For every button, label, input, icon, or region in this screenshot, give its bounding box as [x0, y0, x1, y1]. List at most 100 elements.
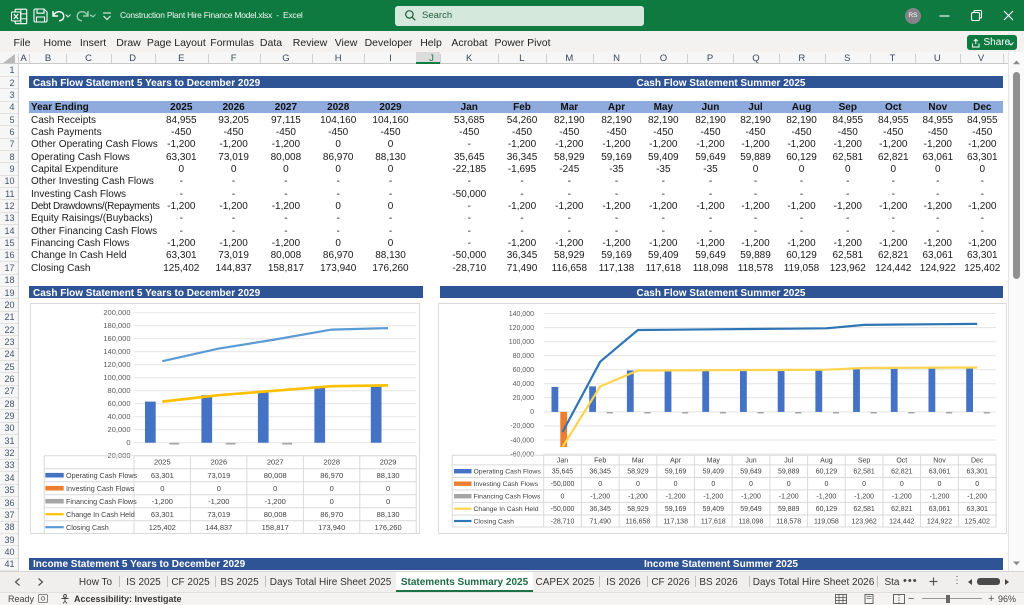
- svg-text:180,000: 180,000: [103, 321, 130, 330]
- svg-text:59,649: 59,649: [740, 469, 762, 476]
- svg-text:-28,710: -28,710: [551, 518, 575, 525]
- svg-text:Aug: Aug: [820, 458, 833, 465]
- svg-text:40,000: 40,000: [107, 412, 130, 421]
- svg-text:63,301: 63,301: [966, 506, 988, 513]
- svg-text:-20,000: -20,000: [510, 423, 534, 430]
- svg-text:Mar: Mar: [632, 458, 645, 465]
- svg-text:118,098: 118,098: [739, 518, 764, 525]
- svg-text:20,000: 20,000: [107, 425, 130, 434]
- svg-text:100,000: 100,000: [509, 339, 534, 346]
- svg-text:Jun: Jun: [745, 458, 756, 465]
- svg-text:125,402: 125,402: [148, 523, 175, 532]
- svg-text:-1,200: -1,200: [816, 494, 836, 501]
- svg-text:0: 0: [386, 497, 390, 506]
- svg-text:35,645: 35,645: [552, 469, 574, 476]
- svg-text:-1,200: -1,200: [703, 494, 723, 501]
- svg-text:200,000: 200,000: [103, 308, 130, 317]
- svg-text:36,345: 36,345: [589, 506, 611, 513]
- svg-text:2028: 2028: [323, 458, 340, 467]
- svg-text:60,129: 60,129: [816, 506, 838, 513]
- svg-text:125,402: 125,402: [965, 518, 990, 525]
- svg-text:86,970: 86,970: [320, 471, 343, 480]
- svg-text:0: 0: [386, 484, 390, 493]
- svg-text:Operating Cash Flows: Operating Cash Flows: [474, 469, 542, 476]
- svg-text:-40,000: -40,000: [510, 437, 534, 444]
- svg-text:118,578: 118,578: [776, 518, 801, 525]
- svg-text:0: 0: [975, 481, 979, 488]
- svg-text:73,019: 73,019: [207, 471, 230, 480]
- svg-text:Closing Cash: Closing Cash: [474, 518, 515, 525]
- svg-text:63,301: 63,301: [150, 471, 173, 480]
- svg-text:59,169: 59,169: [665, 506, 687, 513]
- svg-text:58,929: 58,929: [627, 469, 649, 476]
- svg-text:-1,200: -1,200: [779, 494, 799, 501]
- svg-text:62,821: 62,821: [891, 469, 913, 476]
- svg-text:Change In Cash Held: Change In Cash Held: [474, 506, 539, 513]
- svg-text:0: 0: [900, 481, 904, 488]
- svg-text:0: 0: [530, 409, 534, 416]
- svg-text:Sep: Sep: [858, 458, 871, 465]
- svg-text:0: 0: [329, 484, 333, 493]
- svg-text:58,929: 58,929: [627, 506, 649, 513]
- svg-text:May: May: [707, 458, 721, 465]
- svg-text:Investing Cash Flows: Investing Cash Flows: [474, 481, 539, 488]
- svg-text:88,130: 88,130: [376, 471, 399, 480]
- svg-text:59,409: 59,409: [703, 469, 725, 476]
- svg-text:63,301: 63,301: [966, 469, 988, 476]
- svg-text:-1,200: -1,200: [590, 494, 610, 501]
- svg-text:62,581: 62,581: [853, 506, 875, 513]
- svg-text:Jul: Jul: [784, 458, 793, 465]
- svg-text:71,490: 71,490: [589, 518, 611, 525]
- svg-text:-50,000: -50,000: [551, 481, 575, 488]
- svg-text:Investing Cash Flows: Investing Cash Flows: [66, 484, 135, 493]
- svg-text:60,129: 60,129: [816, 469, 838, 476]
- svg-text:Oct: Oct: [896, 458, 907, 465]
- svg-text:59,889: 59,889: [778, 469, 800, 476]
- svg-text:Financing Cash Flows: Financing Cash Flows: [66, 497, 137, 506]
- svg-text:Dec: Dec: [971, 458, 984, 465]
- svg-text:20,000: 20,000: [513, 395, 535, 402]
- svg-text:-50,000: -50,000: [551, 506, 575, 513]
- svg-text:-1,200: -1,200: [741, 494, 761, 501]
- svg-text:86,970: 86,970: [320, 510, 343, 519]
- svg-text:140,000: 140,000: [103, 347, 130, 356]
- svg-text:Financing Cash Flows: Financing Cash Flows: [474, 494, 541, 501]
- svg-text:-1,200: -1,200: [264, 497, 285, 506]
- svg-text:123,962: 123,962: [851, 518, 876, 525]
- svg-text:124,442: 124,442: [889, 518, 914, 525]
- svg-text:140,000: 140,000: [509, 311, 534, 318]
- svg-text:59,409: 59,409: [703, 506, 725, 513]
- svg-text:59,889: 59,889: [778, 506, 800, 513]
- svg-text:0: 0: [862, 481, 866, 488]
- svg-text:63,061: 63,061: [929, 469, 951, 476]
- svg-text:0: 0: [674, 481, 678, 488]
- svg-text:0: 0: [160, 484, 164, 493]
- svg-text:-1,200: -1,200: [208, 497, 229, 506]
- svg-text:Change In Cash Held: Change In Cash Held: [66, 510, 135, 519]
- svg-text:59,169: 59,169: [665, 469, 687, 476]
- svg-text:116,658: 116,658: [626, 518, 651, 525]
- svg-text:158,817: 158,817: [261, 523, 288, 532]
- svg-text:-1,200: -1,200: [930, 494, 950, 501]
- svg-text:0: 0: [824, 481, 828, 488]
- svg-text:2025: 2025: [153, 458, 170, 467]
- svg-text:60,000: 60,000: [513, 367, 535, 374]
- svg-text:-1,200: -1,200: [666, 494, 686, 501]
- svg-text:0: 0: [938, 481, 942, 488]
- svg-text:2026: 2026: [210, 458, 227, 467]
- svg-text:Jan: Jan: [557, 458, 568, 465]
- svg-text:0: 0: [598, 481, 602, 488]
- svg-text:Apr: Apr: [670, 458, 682, 465]
- svg-text:124,922: 124,922: [927, 518, 952, 525]
- svg-text:0: 0: [561, 494, 565, 501]
- svg-text:-1,200: -1,200: [967, 494, 987, 501]
- svg-text:-1,200: -1,200: [151, 497, 172, 506]
- svg-text:62,581: 62,581: [853, 469, 875, 476]
- svg-text:120,000: 120,000: [103, 360, 130, 369]
- svg-text:0: 0: [216, 484, 220, 493]
- svg-text:36,345: 36,345: [589, 469, 611, 476]
- svg-text:80,000: 80,000: [107, 386, 130, 395]
- svg-text:73,019: 73,019: [207, 510, 230, 519]
- svg-text:176,260: 176,260: [374, 523, 401, 532]
- svg-text:62,821: 62,821: [891, 506, 913, 513]
